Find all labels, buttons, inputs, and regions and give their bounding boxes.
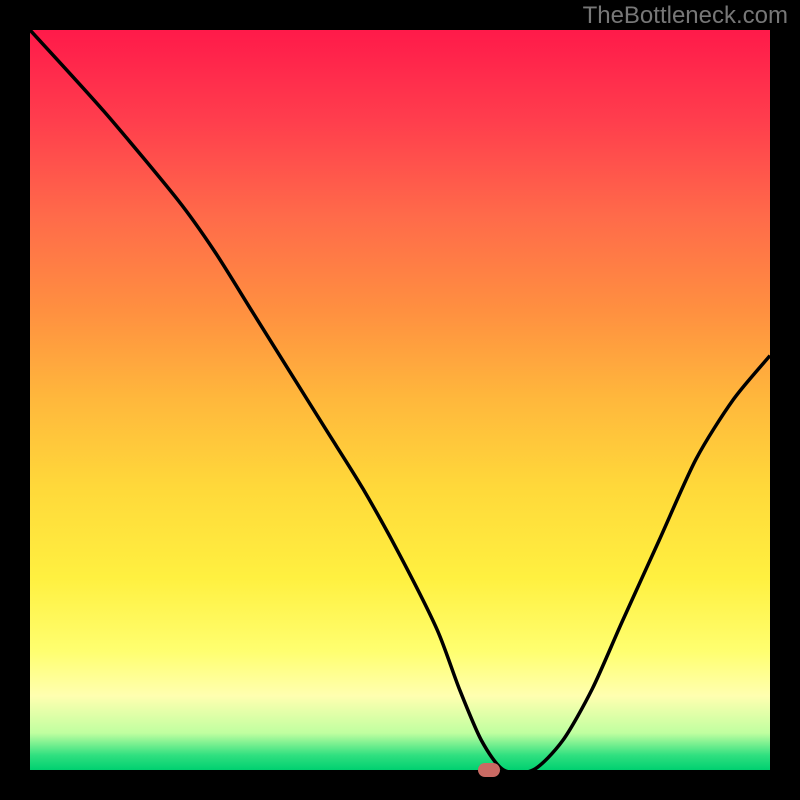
chart-container: TheBottleneck.com <box>0 0 800 800</box>
curve-svg <box>30 30 770 770</box>
watermark: TheBottleneck.com <box>583 2 788 30</box>
optimum-marker <box>478 763 500 777</box>
plot-area <box>30 30 770 770</box>
bottleneck-curve <box>30 30 770 770</box>
